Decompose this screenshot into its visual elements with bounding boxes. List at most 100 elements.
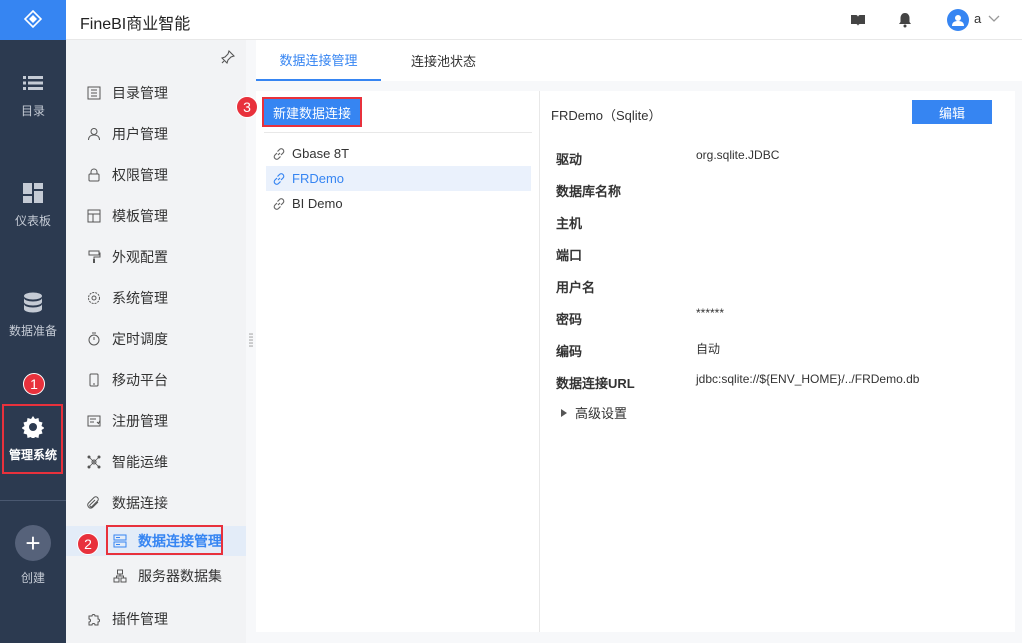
field-label-port: 端口 — [556, 248, 583, 263]
sidebar-item-label: 服务器数据集 — [138, 568, 222, 584]
sidebar-item-templates[interactable]: 模板管理 — [66, 201, 246, 231]
sidebar-item-label: 智能运维 — [112, 454, 168, 470]
rail-item-create[interactable]: + 创建 — [0, 520, 66, 590]
plugin-icon — [86, 611, 102, 627]
field-label-username: 用户名 — [556, 280, 596, 295]
tab-pool-status[interactable]: 连接池状态 — [396, 40, 491, 81]
top-bar: FineBI商业智能 a — [66, 0, 1022, 40]
user-avatar-icon — [952, 15, 964, 26]
rail-item-dashboard[interactable]: 仪表板 — [0, 170, 66, 240]
new-connection-button[interactable]: 新建数据连接 — [262, 97, 362, 127]
step-badge-3: 3 — [236, 96, 258, 118]
tab-connection-management[interactable]: 数据连接管理 — [256, 40, 381, 81]
rail-item-label: 目录 — [20, 103, 45, 118]
edit-button[interactable]: 编辑 — [912, 100, 992, 124]
sidebar-item-ops[interactable]: 智能运维 — [66, 447, 246, 477]
connection-detail-panel: FRDemo（Sqlite） 编辑 驱动 org.sqlite.JDBC 数据库… — [541, 91, 1015, 632]
rail-item-label: 仪表板 — [14, 213, 51, 228]
sidebar-item-system[interactable]: 系统管理 — [66, 283, 246, 313]
database-icon — [22, 292, 44, 314]
sidebar-item-label: 用户管理 — [112, 126, 168, 142]
brush-icon — [86, 249, 102, 265]
user-icon — [86, 126, 102, 142]
divider — [264, 132, 532, 133]
sidebar-item-plugins[interactable]: 插件管理 — [66, 604, 246, 634]
sidebar-item-users[interactable]: 用户管理 — [66, 119, 246, 149]
link-icon — [272, 147, 286, 161]
list-item[interactable]: BI Demo — [266, 191, 531, 216]
user-name[interactable]: a — [974, 11, 981, 26]
field-label-password: 密码 — [556, 312, 583, 327]
sidebar-item-permissions[interactable]: 权限管理 — [66, 160, 246, 190]
sidebar-item-label: 系统管理 — [112, 290, 168, 306]
sidebar-item-scheduler[interactable]: 定时调度 — [66, 324, 246, 354]
sidebar-item-label: 移动平台 — [112, 372, 168, 388]
field-label-host: 主机 — [556, 216, 583, 231]
caret-right-icon — [561, 405, 567, 420]
link-icon — [272, 172, 286, 186]
list-item[interactable]: Gbase 8T — [266, 141, 531, 166]
logo-icon — [23, 9, 43, 31]
sidebar-item-label: 外观配置 — [112, 249, 168, 265]
list-icon — [22, 72, 44, 94]
field-value-encoding: 自动 — [696, 342, 721, 356]
advanced-settings-toggle[interactable]: 高级设置 — [561, 403, 627, 422]
sidebar-item-label: 模板管理 — [112, 208, 168, 224]
advanced-settings-label: 高级设置 — [575, 406, 628, 421]
field-value-password: ****** — [696, 306, 725, 320]
sidebar-item-catalog[interactable]: 目录管理 — [66, 78, 246, 108]
link-icon — [272, 197, 286, 211]
sidebar-item-data-connection[interactable]: 数据连接 — [66, 488, 246, 518]
rail-item-catalog[interactable]: 目录 — [0, 60, 66, 130]
logo[interactable] — [0, 0, 66, 40]
app-title: FineBI商业智能 — [80, 16, 191, 33]
catalog-icon — [86, 85, 102, 101]
sidebar-item-mobile[interactable]: 移动平台 — [66, 365, 246, 395]
timer-icon — [86, 331, 102, 347]
sidebar-item-label: 权限管理 — [112, 167, 168, 183]
sidebar-item-label: 插件管理 — [112, 611, 168, 627]
sidebar-item-label: 目录管理 — [112, 85, 168, 101]
highlight-box-management — [2, 404, 63, 474]
lock-icon — [86, 167, 102, 183]
rail-item-label: 数据准备 — [8, 323, 57, 338]
connection-list-panel: 新建数据连接 Gbase 8T FRDemo BI Demo — [256, 91, 540, 632]
field-label-encoding: 编码 — [556, 344, 583, 359]
field-label-db-name: 数据库名称 — [556, 184, 622, 199]
ops-icon — [86, 454, 102, 470]
resize-handle-icon[interactable] — [249, 333, 253, 347]
sidebar-item-label: 定时调度 — [112, 331, 168, 347]
sidebar-item-label: 注册管理 — [112, 413, 168, 429]
dashboard-icon — [22, 182, 44, 204]
bell-icon[interactable] — [897, 12, 913, 28]
chevron-down-icon[interactable] — [988, 12, 1000, 27]
sidebar-item-server-dataset[interactable]: 服务器数据集 — [66, 561, 246, 591]
sidebar-item-register[interactable]: 注册管理 — [66, 406, 246, 436]
book-icon[interactable] — [850, 12, 866, 28]
list-item-label: BI Demo — [292, 196, 343, 211]
list-item-label: Gbase 8T — [292, 146, 350, 161]
list-item-selected[interactable]: FRDemo — [266, 166, 531, 191]
step-badge-2: 2 — [77, 533, 99, 555]
field-value-driver: org.sqlite.JDBC — [696, 148, 780, 162]
sidebar-item-label: 数据连接 — [112, 495, 168, 511]
pin-icon[interactable] — [220, 49, 236, 67]
main-content: 新建数据连接 Gbase 8T FRDemo BI Demo FRDemo（Sq… — [256, 91, 1015, 632]
paperclip-icon — [86, 495, 102, 511]
detail-title: FRDemo（Sqlite） — [551, 108, 662, 123]
rail-item-label: 创建 — [20, 570, 45, 585]
rail-item-data-prep[interactable]: 数据准备 — [0, 280, 66, 350]
mobile-icon — [86, 372, 102, 388]
avatar[interactable] — [947, 9, 969, 31]
rail-divider — [0, 500, 66, 501]
list-item-label: FRDemo — [292, 171, 345, 186]
main-nav-rail: 目录 仪表板 数据准备 管理系统 + 创建 — [0, 0, 66, 643]
sidebar-item-appearance[interactable]: 外观配置 — [66, 242, 246, 272]
field-value-url: jdbc:sqlite://${ENV_HOME}/../FRDemo.db — [696, 372, 920, 386]
field-label-driver: 驱动 — [556, 152, 583, 167]
template-icon — [86, 208, 102, 224]
settings-icon — [86, 290, 102, 306]
register-icon — [86, 413, 102, 429]
plus-icon: + — [15, 524, 51, 561]
tab-bar: 数据连接管理 连接池状态 — [256, 40, 1022, 81]
